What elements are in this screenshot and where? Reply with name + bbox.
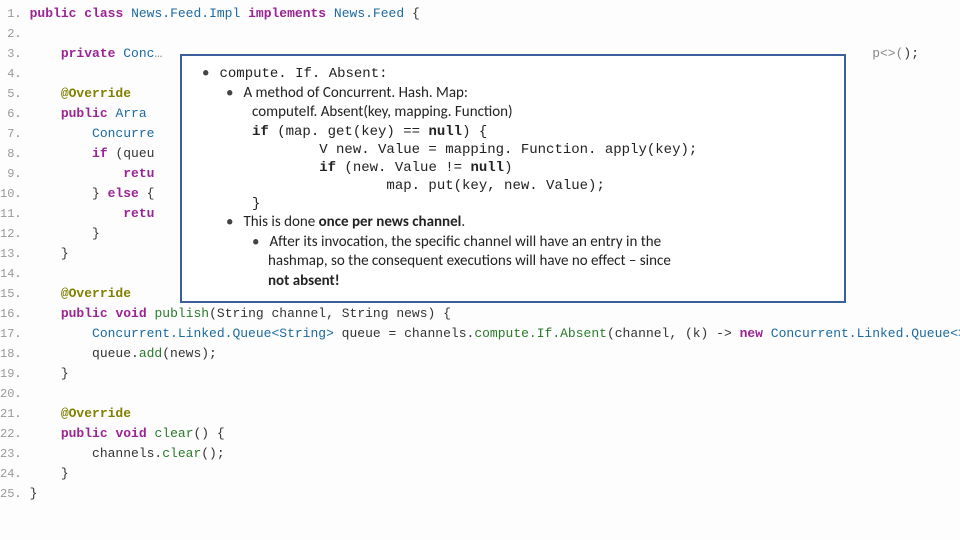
line-number: 11 [0, 204, 22, 224]
code-line[interactable]: @Override [30, 404, 960, 424]
explanation-callout: compute. If. Absent: A method of Concurr… [180, 54, 846, 303]
code-line[interactable]: queue.add(news); [30, 344, 960, 364]
line-number: 1 [0, 4, 22, 24]
line-number: 24 [0, 464, 22, 484]
callout-code-line: if (new. Value != null) [196, 159, 832, 177]
callout-note-2a: After its invocation, the specific chann… [196, 233, 832, 253]
callout-subtitle: A method of Concurrent. Hash. Map: [196, 84, 832, 104]
callout-note-2c: not absent! [196, 272, 832, 292]
line-number: 16 [0, 304, 22, 324]
line-number: 2 [0, 24, 22, 44]
line-number-gutter: 1234567891011121314151617181920212223242… [0, 4, 30, 504]
code-line[interactable]: } [30, 484, 960, 504]
line-number: 5 [0, 84, 22, 104]
callout-code-line: } [196, 195, 832, 213]
line-number: 25 [0, 484, 22, 504]
code-line[interactable] [30, 24, 960, 44]
callout-note-1: This is done once per news channel. [196, 213, 832, 233]
code-line[interactable]: channels.clear(); [30, 444, 960, 464]
line-number: 8 [0, 144, 22, 164]
line-number: 12 [0, 224, 22, 244]
callout-signature: computeIf. Absent(key, mapping. Function… [196, 103, 832, 123]
line-number: 20 [0, 384, 22, 404]
line-number: 6 [0, 104, 22, 124]
line-number: 18 [0, 344, 22, 364]
line-number: 10 [0, 184, 22, 204]
code-line[interactable]: Concurrent.Linked.Queue<String> queue = … [30, 324, 960, 344]
line-number: 13 [0, 244, 22, 264]
line-number: 4 [0, 64, 22, 84]
callout-code-line: if (map. get(key) == null) { [196, 123, 832, 141]
line-number: 15 [0, 284, 22, 304]
line-number: 22 [0, 424, 22, 444]
code-line[interactable]: public void clear() { [30, 424, 960, 444]
callout-code-line: V new. Value = mapping. Function. apply(… [196, 141, 832, 159]
code-line[interactable]: } [30, 364, 960, 384]
callout-code-line: map. put(key, new. Value); [196, 177, 832, 195]
line-number: 14 [0, 264, 22, 284]
line-number: 17 [0, 324, 22, 344]
code-line[interactable]: } [30, 464, 960, 484]
line-number: 23 [0, 444, 22, 464]
line-number: 3 [0, 44, 22, 64]
callout-title: compute. If. Absent: [196, 64, 832, 84]
code-line[interactable] [30, 384, 960, 404]
line-number: 21 [0, 404, 22, 424]
line-number: 9 [0, 164, 22, 184]
code-line[interactable]: public class News.Feed.Impl implements N… [30, 4, 960, 24]
line-number: 7 [0, 124, 22, 144]
line-number: 19 [0, 364, 22, 384]
code-line[interactable]: public void publish(String channel, Stri… [30, 304, 960, 324]
callout-note-2b: hashmap, so the consequent executions wi… [196, 252, 832, 272]
